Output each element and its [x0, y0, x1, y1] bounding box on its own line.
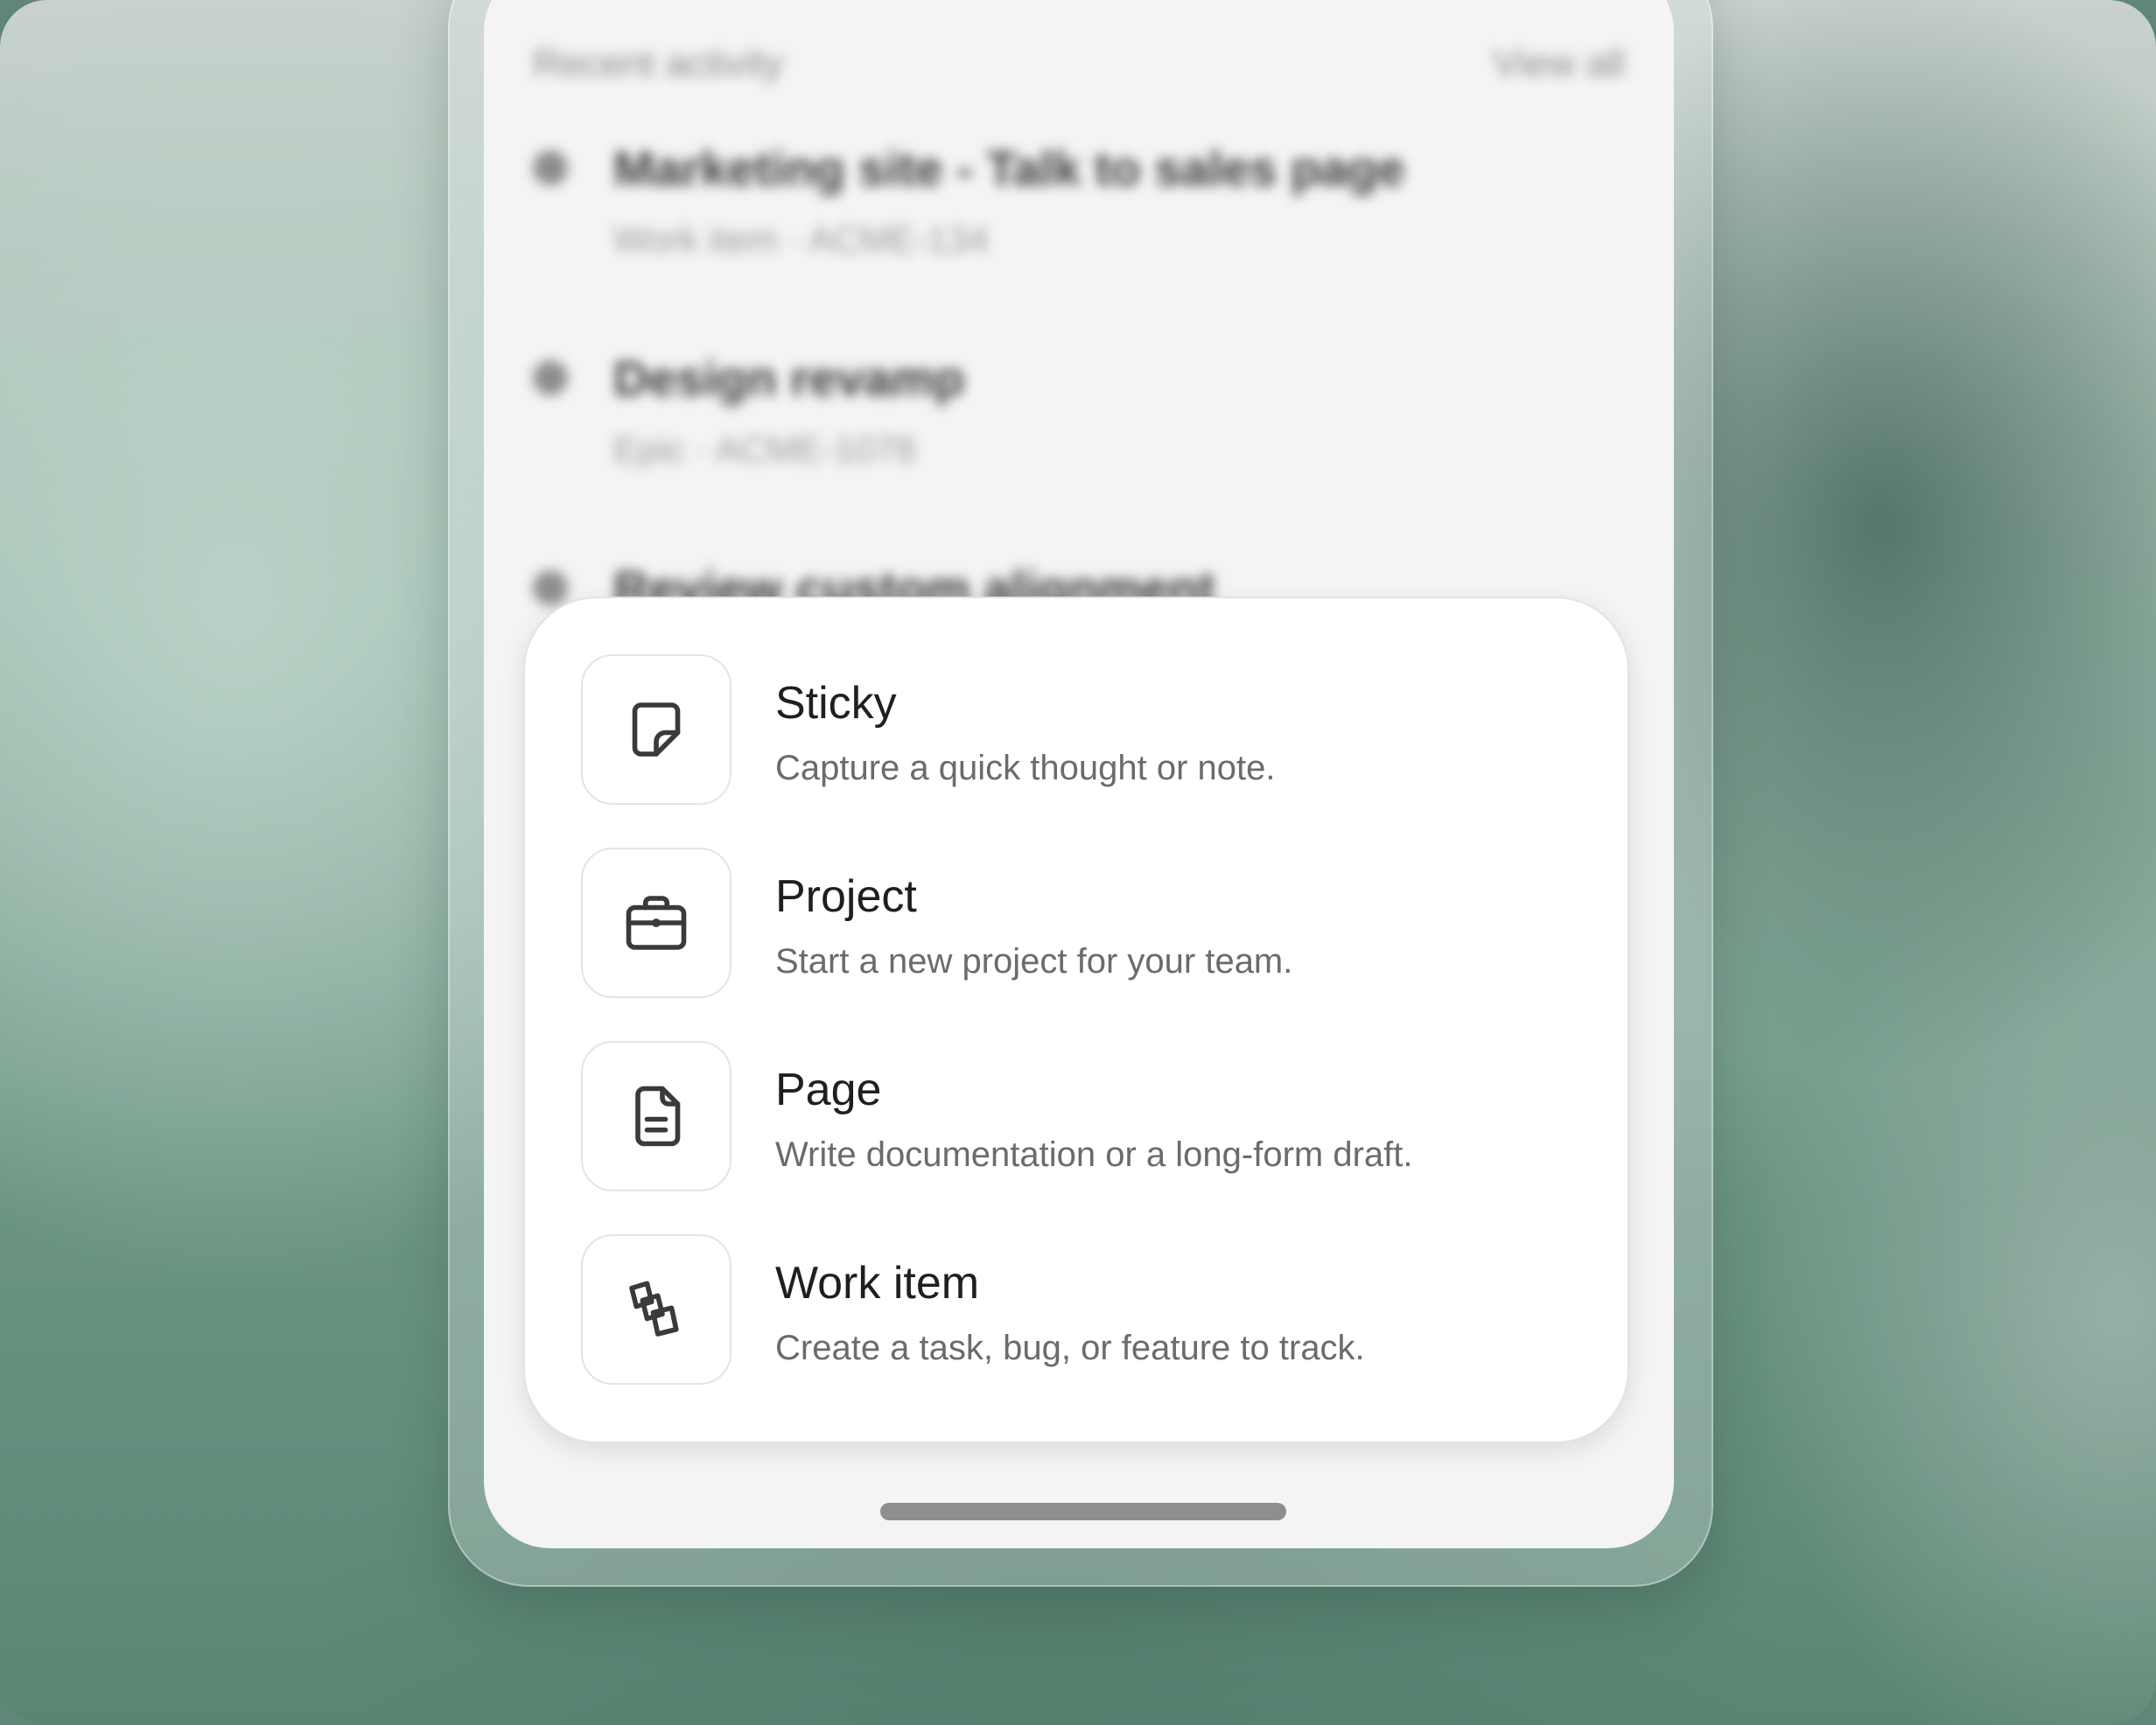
create-menu: Sticky Capture a quick thought or note. … — [523, 597, 1629, 1443]
briefcase-icon — [581, 848, 732, 998]
menu-item-sticky[interactable]: Sticky Capture a quick thought or note. — [581, 654, 1578, 808]
activity-item-subtitle: Work item · ACME-134 — [613, 219, 989, 260]
menu-item-project[interactable]: Project Start a new project for your tea… — [581, 848, 1578, 1002]
view-all-link[interactable]: View all — [1493, 42, 1625, 86]
menu-item-description: Create a task, bug, or feature to track. — [775, 1329, 1365, 1367]
menu-item-description: Capture a quick thought or note. — [775, 749, 1276, 787]
home-indicator[interactable] — [880, 1503, 1286, 1520]
document-icon — [581, 1041, 732, 1191]
recent-activity-title: Recent activity — [533, 42, 784, 85]
menu-item-label: Work item — [775, 1258, 980, 1309]
work-item-icon — [581, 1234, 732, 1385]
status-icon — [533, 360, 568, 395]
menu-item-work-item[interactable]: Work item Create a task, bug, or feature… — [581, 1234, 1578, 1388]
sticky-note-icon — [581, 654, 732, 805]
recent-activity-header: Recent activity View all — [533, 42, 1625, 86]
menu-item-label: Page — [775, 1065, 882, 1115]
menu-item-page[interactable]: Page Write documentation or a long-form … — [581, 1041, 1578, 1195]
status-icon — [533, 570, 568, 605]
activity-item-title: Design revamp — [613, 351, 965, 406]
menu-item-description: Start a new project for your team. — [775, 942, 1293, 981]
menu-item-label: Project — [775, 871, 917, 922]
menu-item-description: Write documentation or a long-form draft… — [775, 1135, 1413, 1174]
activity-item-title: Marketing site - Talk to sales page — [613, 141, 1405, 196]
activity-item-subtitle: Epic · ACME-1078 — [613, 429, 916, 470]
status-icon — [533, 150, 568, 185]
menu-item-label: Sticky — [775, 678, 897, 729]
